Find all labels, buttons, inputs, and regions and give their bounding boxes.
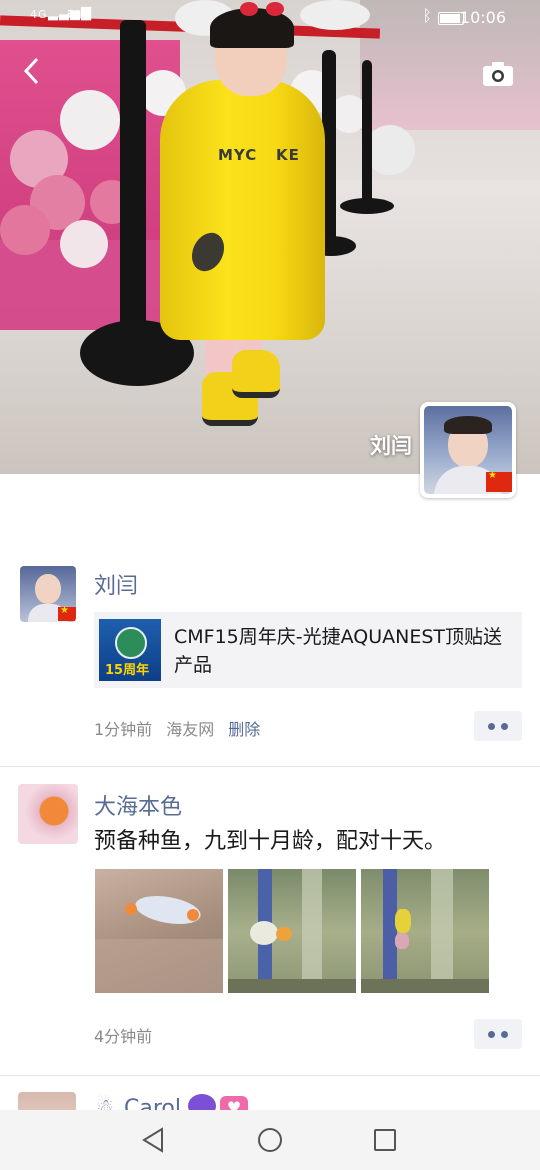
coat-print: KE: [276, 146, 300, 164]
post-meta: 4分钟前: [94, 1023, 152, 1047]
child-yellow-coat: [160, 80, 325, 340]
post-photo[interactable]: [95, 869, 223, 993]
circle-home-icon: [258, 1128, 282, 1152]
nav-recents-button[interactable]: [371, 1126, 399, 1154]
stanchion-base: [340, 198, 394, 214]
fish-fin: [187, 909, 199, 921]
chevron-left-icon: [23, 57, 39, 85]
china-flag-icon: [486, 470, 512, 492]
post-time: 4分钟前: [94, 1027, 153, 1046]
status-bar: 4G ▂▃▅▇ ≋ ᛒ 10:06: [0, 0, 540, 36]
tank-pipe: [302, 869, 322, 993]
link-thumb-text: 15周年: [105, 663, 150, 678]
bluetooth-icon: ᛒ: [422, 6, 432, 25]
hand-shape: [95, 939, 223, 993]
fish-shape: [395, 933, 409, 949]
camera-icon: [483, 62, 513, 86]
avatar-hair: [444, 416, 492, 434]
balloon: [60, 90, 120, 150]
post-author[interactable]: 大海本色: [94, 789, 182, 821]
tank-bottom: [228, 979, 356, 993]
moment-post: 大海本色 预备种鱼，九到十月龄，配对十天。 4分钟前: [0, 767, 540, 1075]
delete-link[interactable]: 删除: [228, 720, 260, 739]
tank-bottom: [361, 979, 489, 993]
link-title: CMF15周年庆-光捷AQUANEST顶贴送产品: [174, 626, 503, 676]
camera-button[interactable]: [482, 60, 514, 88]
child-boot: [232, 350, 280, 398]
stanchion-pole: [120, 20, 146, 360]
wifi-icon: ≋: [66, 4, 81, 23]
post-photo[interactable]: [361, 869, 489, 993]
system-nav-bar: [0, 1110, 540, 1170]
nav-home-button[interactable]: [256, 1126, 284, 1154]
stanchion-pole: [362, 60, 372, 210]
post-author[interactable]: Carol: [124, 1096, 181, 1110]
post-photo[interactable]: [228, 869, 356, 993]
post-text: 预备种鱼，九到十月龄，配对十天。: [94, 829, 447, 854]
post-meta: 1分钟前 海友网 删除: [94, 716, 260, 740]
coat-print: MYC: [218, 146, 258, 164]
logo-icon: [115, 627, 147, 659]
square-recents-icon: [374, 1129, 396, 1151]
balloon: [365, 125, 415, 175]
cover-owner-name: 刘闫: [370, 434, 412, 458]
balloon: [60, 220, 108, 268]
avatar[interactable]: [18, 1092, 76, 1110]
avatar[interactable]: [20, 566, 76, 622]
tank-pipe: [383, 869, 397, 993]
fish-fin: [125, 903, 137, 915]
more-button[interactable]: [474, 711, 522, 741]
back-button[interactable]: [18, 56, 46, 92]
heart-emoji-icon: ♥: [220, 1096, 248, 1110]
balloon: [0, 205, 50, 255]
moment-post: 刘闫 15周年 CMF15周年庆-光捷AQUANEST顶贴送产品 1分钟前海友网…: [0, 540, 540, 766]
status-time: 10:06: [459, 8, 506, 27]
snowman-icon: ☃: [96, 1094, 114, 1110]
triangle-back-icon: [142, 1127, 163, 1153]
avatar-face: [35, 574, 61, 604]
emoji-icon: [188, 1094, 216, 1110]
fish-shape: [395, 909, 411, 933]
post-author[interactable]: 刘闫: [94, 568, 138, 600]
moment-post: ☃ Carol ♥: [0, 1076, 540, 1110]
shared-link-card[interactable]: 15周年 CMF15周年庆-光捷AQUANEST顶贴送产品: [94, 612, 522, 688]
nav-back-button[interactable]: [140, 1126, 168, 1154]
tank-pipe: [431, 869, 453, 993]
more-button[interactable]: [474, 1019, 522, 1049]
post-source[interactable]: 海友网: [166, 720, 214, 739]
cover-owner-avatar[interactable]: [420, 402, 516, 498]
avatar[interactable]: [18, 784, 78, 844]
link-thumbnail: 15周年: [99, 619, 161, 681]
fish-shape: [250, 921, 278, 945]
fish-shape: [276, 927, 292, 941]
network-indicator: 4G: [30, 8, 48, 21]
post-time: 1分钟前: [94, 720, 153, 739]
china-flag-icon: [58, 605, 76, 621]
